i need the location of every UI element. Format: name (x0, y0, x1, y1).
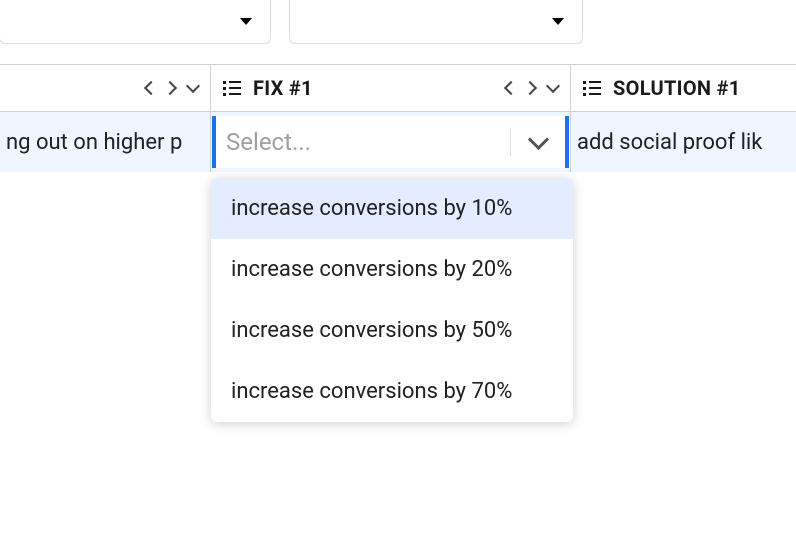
select-dropdown: increase conversions by 10% increase con… (211, 178, 573, 422)
column-header-solution: SOLUTION #1 (571, 65, 796, 111)
dropdown-option[interactable]: increase conversions by 70% (211, 361, 573, 422)
top-filter-2[interactable] (289, 0, 583, 44)
dropdown-option[interactable]: increase conversions by 20% (211, 239, 573, 300)
select-input[interactable]: Select... (212, 116, 569, 168)
column-header-row: FIX #1 SOLUTION #1 (0, 64, 796, 112)
dropdown-option[interactable]: increase conversions by 10% (211, 178, 573, 239)
column-label-fix: FIX #1 (253, 76, 313, 100)
chevron-down-icon[interactable] (188, 83, 198, 93)
column-header-fix: FIX #1 (211, 65, 571, 111)
chevron-down-icon[interactable] (548, 83, 558, 93)
column-label-solution: SOLUTION #1 (613, 76, 741, 100)
chevron-down-icon[interactable] (529, 136, 549, 148)
cell-text: ng out on higher p (6, 130, 182, 155)
select-placeholder: Select... (226, 128, 311, 156)
cell-text: add social proof lik (577, 130, 762, 155)
caret-down-icon (552, 18, 564, 25)
select-divider (510, 128, 511, 156)
dropdown-option[interactable]: increase conversions by 50% (211, 300, 573, 361)
chevron-left-icon[interactable] (144, 81, 154, 95)
cell-fix-column: Select... (211, 112, 571, 172)
cell-solution-column[interactable]: add social proof lik (571, 112, 796, 172)
top-filter-1[interactable] (0, 0, 271, 44)
list-icon (223, 81, 241, 96)
chevron-left-icon[interactable] (504, 81, 514, 95)
cell-prev-column[interactable]: ng out on higher p (0, 112, 211, 172)
column-header-prev (0, 65, 211, 111)
list-icon (583, 81, 601, 96)
table-row: ng out on higher p Select... add social … (0, 112, 796, 172)
chevron-right-icon[interactable] (526, 81, 536, 95)
caret-down-icon (240, 18, 252, 25)
chevron-right-icon[interactable] (166, 81, 176, 95)
